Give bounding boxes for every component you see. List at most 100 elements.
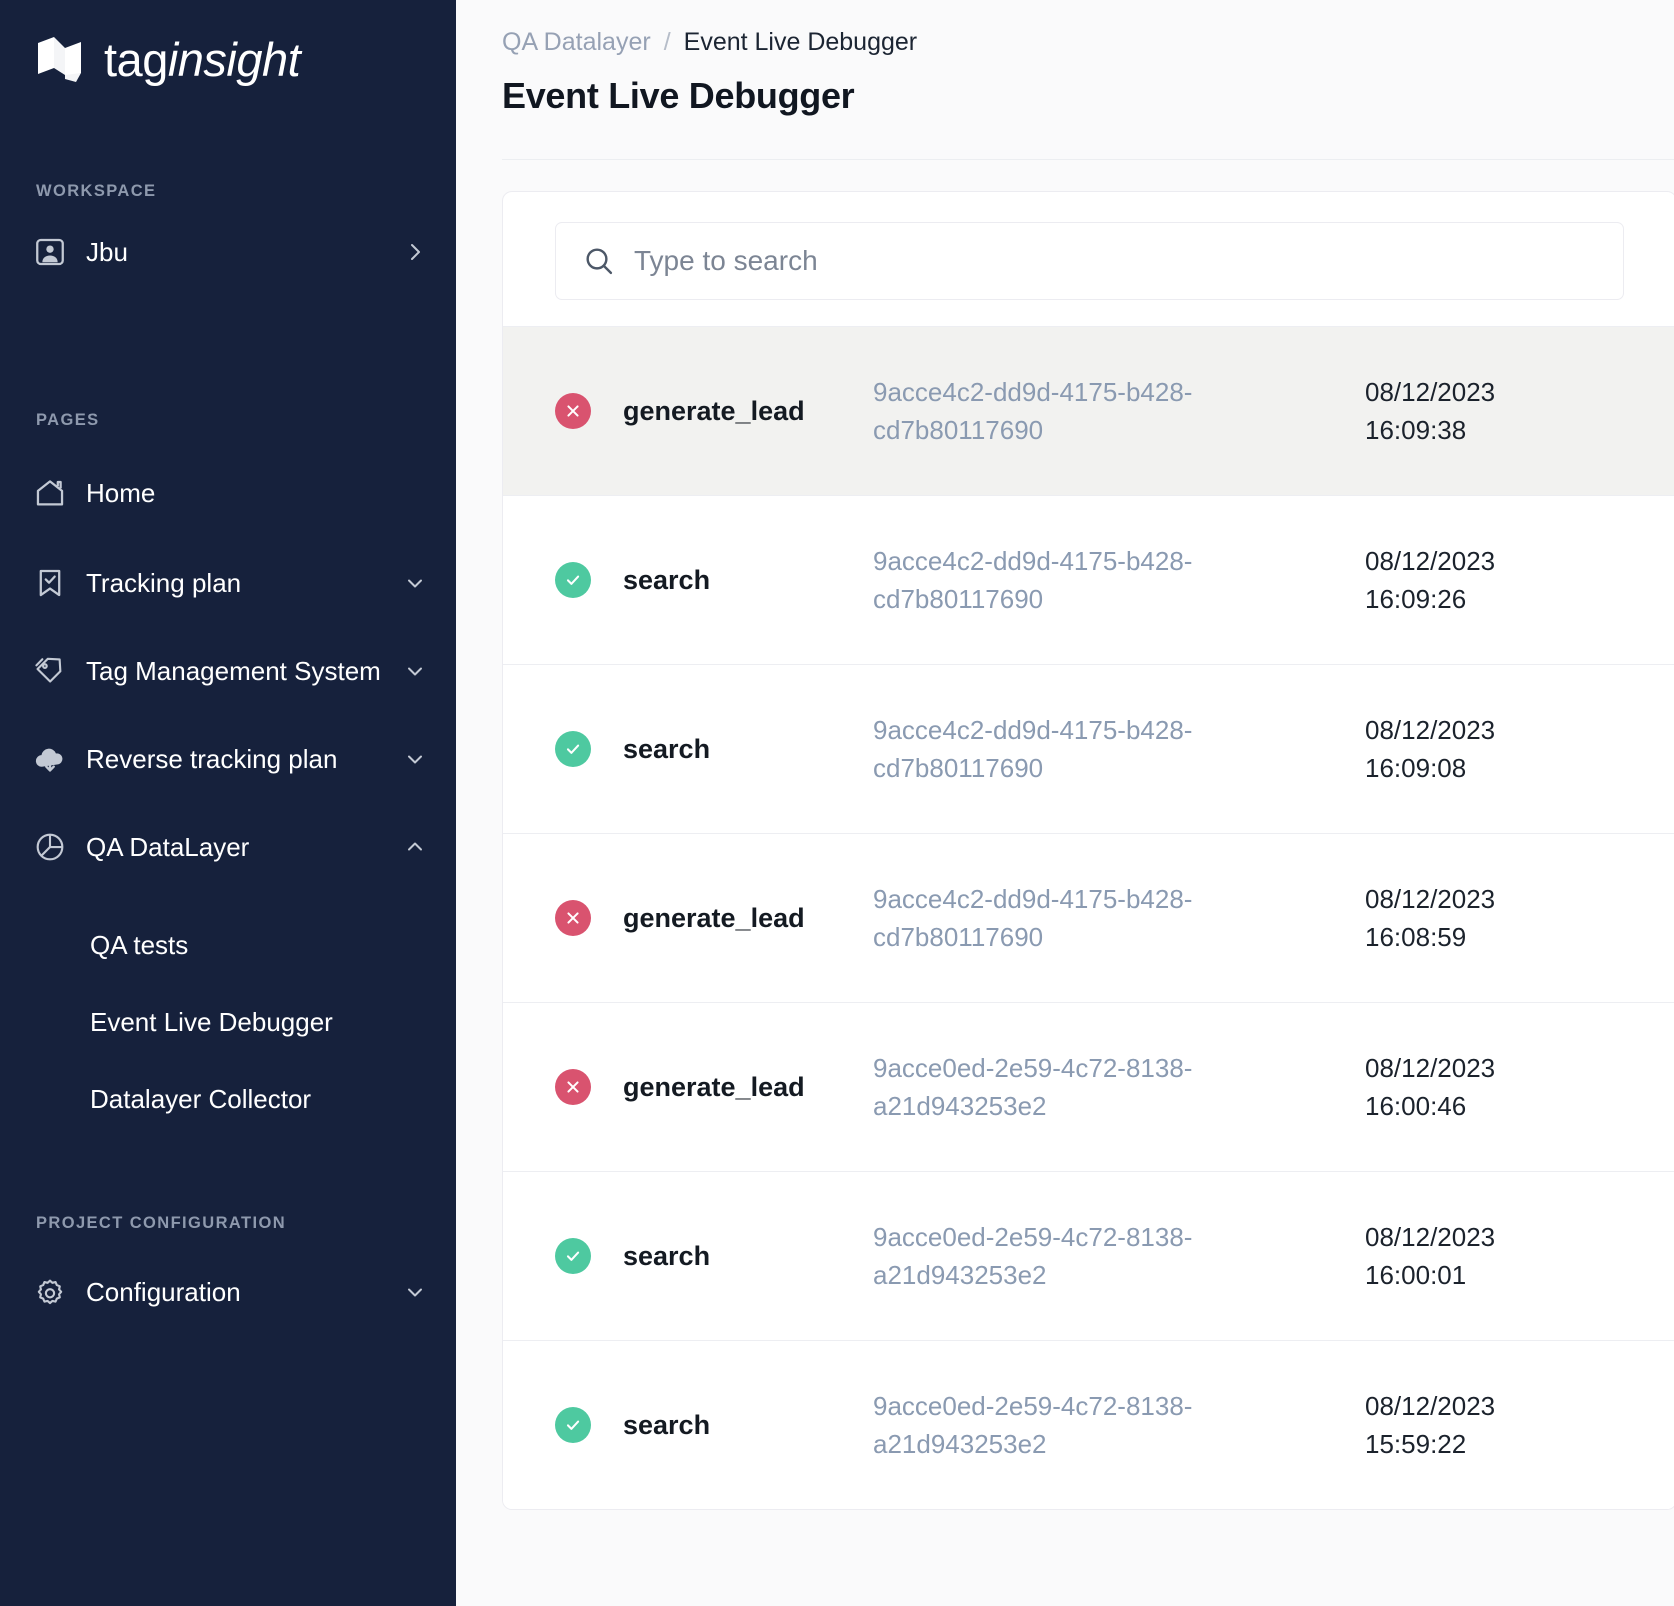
event-time: 16:08:59 <box>1365 922 1467 952</box>
event-timestamp: 08/12/2023 16:09:38 <box>1365 373 1495 450</box>
event-time: 16:00:46 <box>1365 1091 1467 1121</box>
breadcrumb-current: Event Live Debugger <box>683 28 918 56</box>
table-row[interactable]: search 9acce4c2-dd9d-4175-b428-cd7b80117… <box>503 495 1674 664</box>
qa-datalayer-subnav: QA tests Event Live Debugger Datalayer C… <box>0 926 456 1118</box>
circle-x-icon <box>555 393 591 429</box>
sidebar-item-home[interactable]: Home <box>0 462 456 524</box>
sidebar-item-label: Reverse tracking plan <box>86 743 338 774</box>
event-timestamp: 08/12/2023 15:59:22 <box>1365 1387 1495 1464</box>
cloud-download-icon <box>28 737 72 781</box>
chevron-down-icon[interactable] <box>402 659 428 683</box>
bookmark-check-icon <box>28 561 72 605</box>
event-date: 08/12/2023 <box>1365 1052 1496 1083</box>
sidebar-item-configuration[interactable]: Configuration <box>0 1261 456 1323</box>
event-time: 16:09:08 <box>1365 753 1467 783</box>
app-root: taginsight WORKSPACE Jbu PAGES Home Trac… <box>0 0 1674 1606</box>
event-date: 08/12/2023 <box>1365 1390 1496 1421</box>
pages-section-label: PAGES <box>36 411 100 429</box>
circle-check-icon <box>555 562 591 598</box>
tag-icon <box>28 649 72 693</box>
event-name: generate_lead <box>623 902 805 933</box>
table-row[interactable]: generate_lead 9acce4c2-dd9d-4175-b428-cd… <box>503 833 1674 1002</box>
sidebar-item-label: Tag Management System <box>86 655 381 686</box>
chevron-up-icon[interactable] <box>402 835 428 859</box>
circle-check-icon <box>555 1238 591 1274</box>
event-timestamp: 08/12/2023 16:09:08 <box>1365 711 1495 788</box>
pie-chart-icon <box>28 825 72 869</box>
sidebar-item-qa-datalayer[interactable]: QA DataLayer <box>0 816 456 878</box>
sidebar-item-event-live-debugger[interactable]: Event Live Debugger <box>90 1003 456 1041</box>
event-name: search <box>623 564 711 595</box>
status-badge <box>555 731 595 767</box>
event-time: 16:09:38 <box>1365 415 1467 445</box>
event-uid[interactable]: 9acce0ed-2e59-4c72-8138-a21d943253e2 <box>873 1049 1303 1126</box>
status-badge <box>555 1069 595 1105</box>
event-name: generate_lead <box>623 1071 805 1102</box>
event-date: 08/12/2023 <box>1365 883 1496 914</box>
sidebar-item-reverse-tracking-plan[interactable]: Reverse tracking plan <box>0 728 456 790</box>
chevron-down-icon[interactable] <box>402 571 428 595</box>
chevron-down-icon[interactable] <box>402 747 428 771</box>
event-uid[interactable]: 9acce0ed-2e59-4c72-8138-a21d943253e2 <box>873 1387 1303 1464</box>
search-box[interactable] <box>555 222 1624 300</box>
search-input[interactable] <box>634 245 1597 277</box>
event-time: 16:09:26 <box>1365 584 1467 614</box>
event-uid[interactable]: 9acce4c2-dd9d-4175-b428-cd7b80117690 <box>873 373 1303 450</box>
event-name: search <box>623 1240 711 1271</box>
event-timestamp: 08/12/2023 16:08:59 <box>1365 880 1495 957</box>
sidebar-item-workspace[interactable]: Jbu <box>0 221 456 283</box>
chevron-right-icon[interactable] <box>402 240 428 264</box>
project-configuration-section-label: PROJECT CONFIGURATION <box>36 1214 287 1232</box>
sidebar-item-label: Configuration <box>86 1276 241 1307</box>
event-timestamp: 08/12/2023 16:09:26 <box>1365 542 1495 619</box>
sidebar-item-datalayer-collector[interactable]: Datalayer Collector <box>90 1080 456 1118</box>
circle-check-icon <box>555 1407 591 1443</box>
event-timestamp: 08/12/2023 16:00:01 <box>1365 1218 1495 1295</box>
event-uid[interactable]: 9acce4c2-dd9d-4175-b428-cd7b80117690 <box>873 542 1303 619</box>
table-row[interactable]: search 9acce0ed-2e59-4c72-8138-a21d94325… <box>503 1171 1674 1340</box>
chevron-down-icon[interactable] <box>402 1280 428 1304</box>
workspace-label: Jbu <box>86 236 128 267</box>
sidebar-item-tag-management-system[interactable]: Tag Management System <box>0 640 456 702</box>
event-name: generate_lead <box>623 395 805 426</box>
sidebar-item-label: QA DataLayer <box>86 831 250 862</box>
event-list-card: generate_lead 9acce4c2-dd9d-4175-b428-cd… <box>502 191 1674 1510</box>
brand-logo[interactable]: taginsight <box>0 0 456 92</box>
status-badge <box>555 393 595 429</box>
sidebar-item-qa-tests[interactable]: QA tests <box>90 926 456 964</box>
page-title: Event Live Debugger <box>502 75 855 116</box>
circle-x-icon <box>555 1069 591 1105</box>
circle-check-icon <box>555 731 591 767</box>
event-uid[interactable]: 9acce4c2-dd9d-4175-b428-cd7b80117690 <box>873 711 1303 788</box>
breadcrumb: QA Datalayer / Event Live Debugger <box>502 30 1674 55</box>
workspace-section-label: WORKSPACE <box>36 182 157 200</box>
user-card-icon <box>28 230 72 274</box>
event-name: search <box>623 1409 711 1440</box>
table-row[interactable]: search 9acce0ed-2e59-4c72-8138-a21d94325… <box>503 1340 1674 1509</box>
event-date: 08/12/2023 <box>1365 545 1496 576</box>
sidebar-item-tracking-plan[interactable]: Tracking plan <box>0 552 456 614</box>
table-row[interactable]: search 9acce4c2-dd9d-4175-b428-cd7b80117… <box>503 664 1674 833</box>
event-name: search <box>623 733 711 764</box>
sidebar: taginsight WORKSPACE Jbu PAGES Home Trac… <box>0 0 456 1606</box>
brand-name: taginsight <box>104 32 301 86</box>
search-section <box>503 192 1674 326</box>
breadcrumb-parent-link[interactable]: QA Datalayer <box>502 30 651 55</box>
page-header: QA Datalayer / Event Live Debugger Event… <box>456 0 1674 117</box>
gear-icon <box>28 1270 72 1314</box>
header-divider <box>502 159 1674 160</box>
sidebar-item-label: Home <box>86 477 156 508</box>
main-content: QA Datalayer / Event Live Debugger Event… <box>456 0 1674 1606</box>
event-date: 08/12/2023 <box>1365 1221 1496 1252</box>
event-timestamp: 08/12/2023 16:00:46 <box>1365 1049 1495 1126</box>
search-icon <box>582 244 618 278</box>
event-uid[interactable]: 9acce4c2-dd9d-4175-b428-cd7b80117690 <box>873 880 1303 957</box>
status-badge <box>555 562 595 598</box>
event-uid[interactable]: 9acce0ed-2e59-4c72-8138-a21d943253e2 <box>873 1218 1303 1295</box>
table-row[interactable]: generate_lead 9acce0ed-2e59-4c72-8138-a2… <box>503 1002 1674 1171</box>
status-badge <box>555 1407 595 1443</box>
table-row[interactable]: generate_lead 9acce4c2-dd9d-4175-b428-cd… <box>503 326 1674 495</box>
taginsight-logo-mark-icon <box>34 34 90 84</box>
sidebar-item-label: Tracking plan <box>86 567 242 598</box>
event-date: 08/12/2023 <box>1365 376 1496 407</box>
